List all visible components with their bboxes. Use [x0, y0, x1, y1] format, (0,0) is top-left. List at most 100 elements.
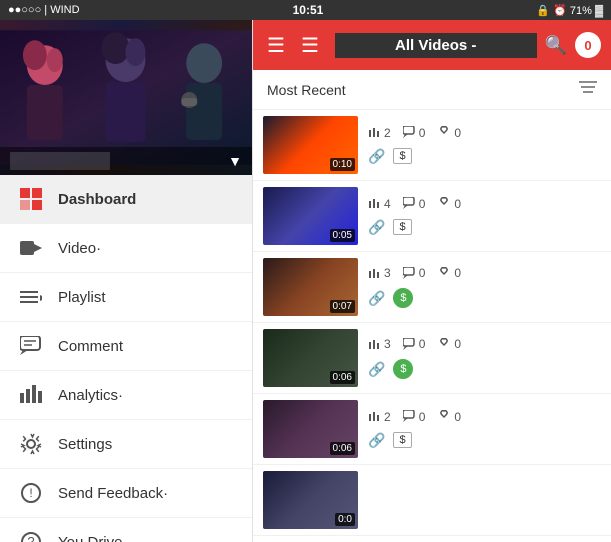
comments-count: 0 [419, 410, 426, 424]
video-item[interactable]: 0:06 3 0 0 🔗 $ [253, 323, 611, 394]
video-thumbnail[interactable]: 0:0 [263, 471, 358, 529]
likes-count: 0 [454, 266, 461, 280]
link-icon[interactable]: 🔗 [368, 432, 385, 449]
video-duration: 0:06 [330, 371, 355, 384]
views-count: 2 [384, 126, 391, 140]
video-meta: 4 0 0 🔗 $ [368, 197, 601, 236]
nav-label-comment: Comment [58, 338, 123, 355]
video-item[interactable]: 0:10 2 0 0 🔗 $ [253, 110, 611, 181]
help-icon: ? [16, 530, 46, 542]
link-icon[interactable]: 🔗 [368, 148, 385, 165]
nav-label-video: Video· [58, 240, 101, 257]
sidebar-item-video[interactable]: Video· [0, 224, 252, 273]
sidebar-header: ▼ [0, 20, 252, 175]
likes-stat: 0 [437, 126, 461, 140]
link-icon[interactable]: 🔗 [368, 219, 385, 236]
sidebar-item-help[interactable]: ? You Drive· [0, 518, 252, 542]
video-stats: 2 0 0 [368, 126, 601, 140]
sidebar-nav: Dashboard Video· Pl [0, 175, 252, 542]
video-stats: 2 0 0 [368, 410, 601, 424]
link-icon[interactable]: 🔗 [368, 290, 385, 307]
comments-stat: 0 [403, 337, 426, 351]
comments-count: 0 [419, 266, 426, 280]
likes-count: 0 [454, 197, 461, 211]
sidebar-item-analytics[interactable]: Analytics· [0, 371, 252, 420]
monetization-badge: $ [393, 432, 411, 448]
video-meta: 3 0 0 🔗 $ [368, 266, 601, 308]
views-stat: 4 [368, 197, 391, 211]
video-meta: 2 0 0 🔗 $ [368, 410, 601, 449]
video-actions: 🔗 $ [368, 359, 601, 379]
channel-name-input[interactable] [10, 152, 110, 170]
video-thumbnail[interactable]: 0:06 [263, 400, 358, 458]
hamburger-button-1[interactable]: ☰ [263, 29, 289, 62]
playlist-icon [16, 285, 46, 309]
likes-count: 0 [454, 337, 461, 351]
comments-count: 0 [419, 197, 426, 211]
video-thumbnail[interactable]: 0:07 [263, 258, 358, 316]
monetization-badge: $ [393, 148, 411, 164]
video-thumbnail[interactable]: 0:05 [263, 187, 358, 245]
comments-count: 0 [419, 337, 426, 351]
filter-icon[interactable] [579, 80, 597, 99]
video-actions: 🔗 $ [368, 219, 601, 236]
comments-stat: 0 [403, 197, 426, 211]
sidebar-item-feedback[interactable]: ! Send Feedback· [0, 469, 252, 518]
notification-badge[interactable]: 0 [575, 32, 601, 58]
views-stat: 2 [368, 410, 391, 424]
video-item[interactable]: 0:06 2 0 0 🔗 $ [253, 394, 611, 465]
views-stat: 3 [368, 337, 391, 351]
filter-label: Most Recent [267, 82, 346, 98]
link-icon[interactable]: 🔗 [368, 361, 385, 378]
comments-count: 0 [419, 126, 426, 140]
video-item[interactable]: 0:07 3 0 0 🔗 $ [253, 252, 611, 323]
nav-label-playlist: Playlist [58, 289, 106, 306]
analytics-icon [16, 383, 46, 407]
comments-stat: 0 [403, 410, 426, 424]
signal-status: ●●○○○ | WIND [8, 4, 80, 16]
video-thumbnail[interactable]: 0:06 [263, 329, 358, 387]
views-count: 3 [384, 337, 391, 351]
hamburger-button-2[interactable]: ☰ [297, 29, 323, 62]
monetization-badge-active: $ [393, 359, 413, 379]
sidebar-item-comment[interactable]: Comment [0, 322, 252, 371]
sidebar-item-settings[interactable]: Settings [0, 420, 252, 469]
video-duration: 0:0 [335, 513, 355, 526]
sidebar-name-bar: ▼ [0, 147, 252, 175]
likes-stat: 0 [437, 337, 461, 351]
monetization-badge-active: $ [393, 288, 413, 308]
video-duration: 0:05 [330, 229, 355, 242]
video-thumbnail[interactable]: 0:10 [263, 116, 358, 174]
content-area: ☰ ☰ All Videos - 🔍 0 Most Recent 0:10 [253, 20, 611, 542]
status-right: 🔒 ⏰ 71% ▓ [536, 4, 603, 17]
video-duration: 0:06 [330, 442, 355, 455]
battery-status: 🔒 ⏰ 71% ▓ [536, 4, 603, 17]
status-bar: ●●○○○ | WIND 10:51 🔒 ⏰ 71% ▓ [0, 0, 611, 20]
likes-stat: 0 [437, 410, 461, 424]
status-time: 10:51 [293, 3, 324, 17]
search-button[interactable]: 🔍 [545, 35, 567, 56]
sidebar-item-playlist[interactable]: Playlist [0, 273, 252, 322]
dashboard-icon [16, 187, 46, 211]
comment-icon [16, 334, 46, 358]
nav-label-settings: Settings [58, 436, 112, 453]
video-meta: 2 0 0 🔗 $ [368, 126, 601, 165]
page-title: All Videos - [335, 33, 537, 58]
video-stats: 3 0 0 [368, 337, 601, 351]
dropdown-arrow-icon[interactable]: ▼ [228, 153, 242, 169]
monetization-badge: $ [393, 219, 411, 235]
status-left: ●●○○○ | WIND [8, 4, 80, 16]
video-meta: 3 0 0 🔗 $ [368, 337, 601, 379]
likes-count: 0 [454, 410, 461, 424]
top-bar-actions: 🔍 0 [545, 32, 601, 58]
feedback-icon: ! [16, 481, 46, 505]
views-stat: 3 [368, 266, 391, 280]
video-actions: 🔗 $ [368, 148, 601, 165]
sidebar-item-dashboard[interactable]: Dashboard [0, 175, 252, 224]
likes-stat: 0 [437, 197, 461, 211]
video-item[interactable]: 0:0 [253, 465, 611, 536]
svg-text:!: ! [29, 486, 32, 500]
video-icon [16, 236, 46, 260]
video-item[interactable]: 0:05 4 0 0 🔗 $ [253, 181, 611, 252]
nav-label-dashboard: Dashboard [58, 191, 136, 208]
